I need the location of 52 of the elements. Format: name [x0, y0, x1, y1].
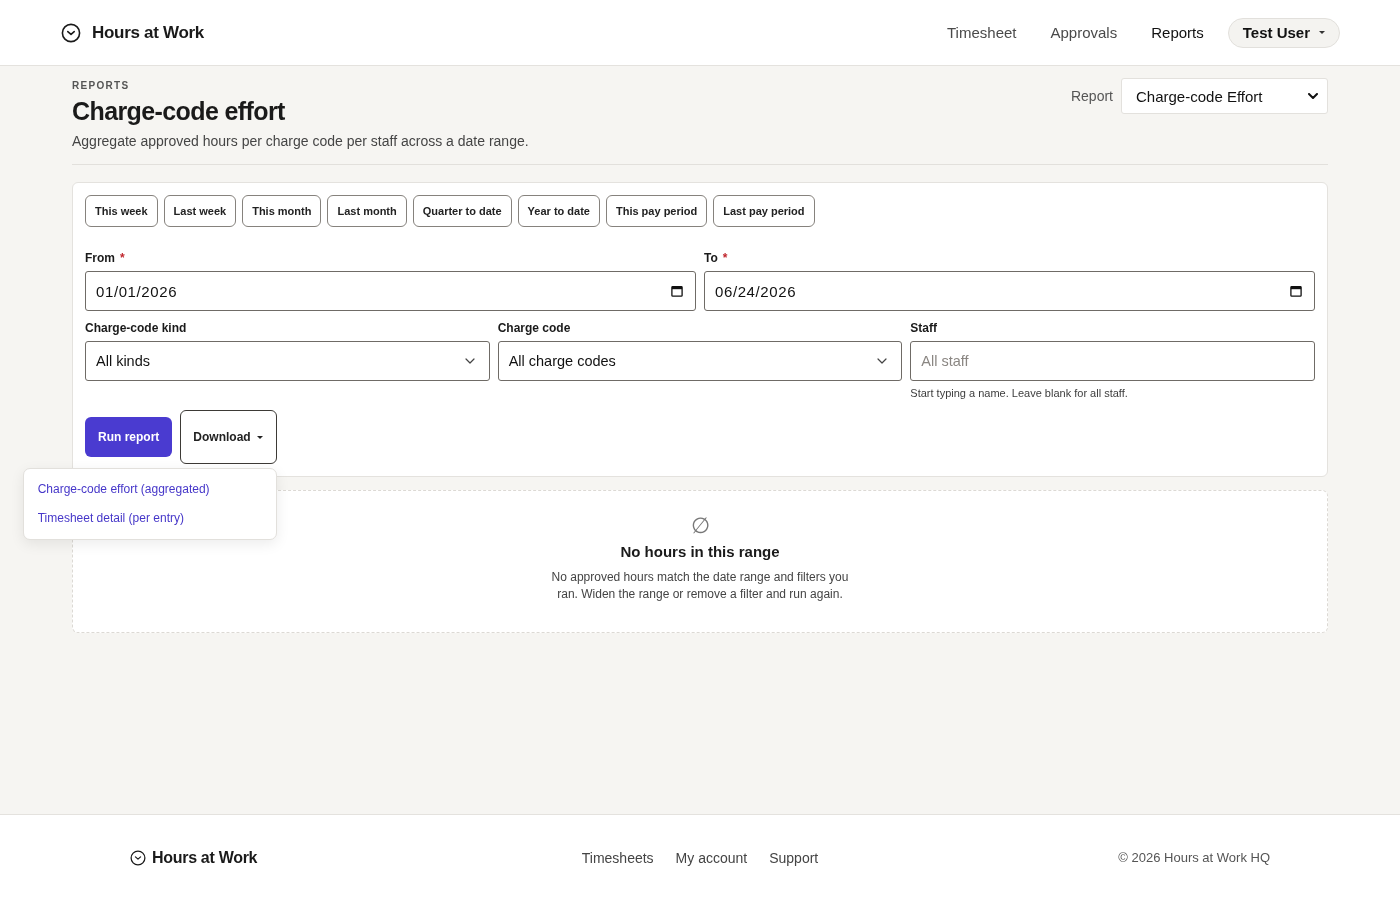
clock-icon [130, 849, 146, 866]
staff-search-field[interactable]: All staff [910, 341, 1315, 381]
preset-button[interactable]: Year to date [517, 195, 600, 227]
footer-link[interactable]: My account [675, 849, 748, 866]
field-label: From [85, 251, 115, 265]
preset-button[interactable]: This pay period [605, 195, 708, 227]
required-mark: * [120, 251, 125, 265]
help-text: Start typing a name. Leave blank for all staff. [910, 387, 1129, 400]
required-mark: * [722, 251, 728, 265]
copyright-text: © 2026 Hours at Work HQ [1118, 850, 1270, 865]
menu-item[interactable]: Charge-code effort (aggregated) [23, 475, 224, 504]
brand-name: Hours at Work [92, 22, 204, 43]
empty-set-icon: ∅ [690, 513, 710, 539]
field-label: Charge-code kind [85, 321, 187, 335]
date-field[interactable]: 01/01/2026 [85, 271, 696, 311]
chevron-down-icon [877, 358, 888, 364]
clock-icon [61, 22, 81, 43]
preset-button[interactable]: Quarter to date [412, 195, 512, 227]
select-field[interactable]: All kinds [85, 341, 490, 381]
caret-icon [1319, 31, 1325, 34]
preset-button[interactable]: Last pay period [713, 195, 815, 227]
nav-link[interactable]: Reports [1151, 24, 1204, 41]
page-description: Aggregate approved hours per charge code per staff across a date range. [72, 132, 529, 150]
chevron-down-icon [464, 358, 475, 364]
section-label: REPORTS [72, 79, 131, 92]
preset-button[interactable]: This week [85, 195, 158, 227]
field-label: Charge code [497, 321, 571, 335]
preset-button[interactable]: Last month [327, 195, 407, 227]
download-button[interactable]: Download [180, 410, 277, 464]
empty-state-title: No hours in this range [620, 542, 780, 562]
chevron-down-icon [1308, 93, 1318, 99]
empty-state-text: No approved hours match the date range and filters you ran. Widen the range or remove a filter and run again. [550, 569, 850, 603]
run-report-button[interactable]: Run report [85, 417, 173, 457]
preset-button[interactable]: Last week [163, 195, 237, 227]
footer-link[interactable]: Timesheets [581, 849, 654, 866]
page-title: Charge-code effort [72, 96, 286, 126]
date-field[interactable]: 06/24/2026 [704, 271, 1315, 311]
preset-button[interactable]: This month [242, 195, 322, 227]
nav-link[interactable]: Approvals [1050, 24, 1118, 41]
brand-name: Hours at Work [152, 848, 258, 867]
calendar-icon [1290, 285, 1302, 297]
nav-link[interactable]: Timesheet [947, 24, 1017, 41]
field-label: Staff [910, 321, 937, 335]
report-select[interactable]: Charge-code Effort [1121, 78, 1328, 114]
menu-item[interactable]: Timesheet detail (per entry) [23, 504, 198, 533]
field-label: To [704, 251, 718, 265]
caret-icon [256, 435, 263, 439]
report-label: Report [1070, 88, 1113, 104]
select-field[interactable]: All charge codes [497, 341, 903, 381]
footer-link[interactable]: Support [769, 849, 819, 866]
user-menu-button[interactable]: Test User [1227, 17, 1340, 48]
calendar-icon [671, 285, 683, 297]
